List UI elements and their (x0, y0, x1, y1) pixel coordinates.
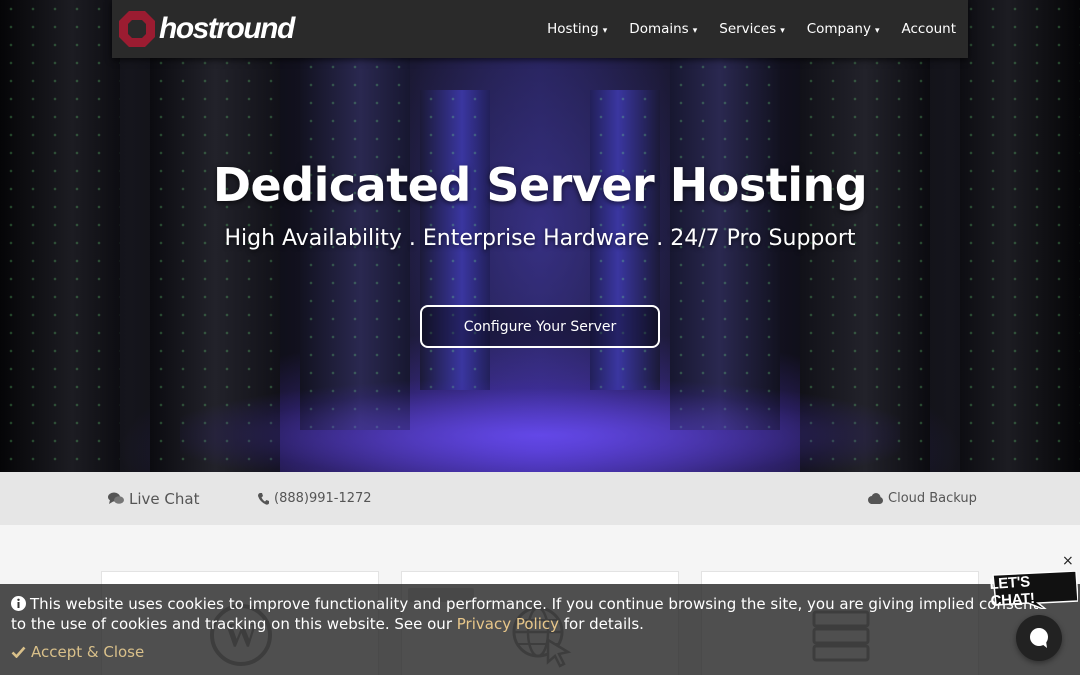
info-icon (11, 596, 26, 611)
cookie-message: This website uses cookies to improve fun… (11, 594, 1041, 634)
phone-link[interactable]: (888)991-1272 (258, 472, 372, 525)
nav-item-label: Domains (629, 21, 689, 37)
accept-close-label: Accept & Close (31, 643, 145, 661)
chat-bubbles-icon (108, 492, 124, 504)
top-navbar: hostround Hosting ▾ Domains ▾ Services ▾ Co… (112, 0, 968, 58)
lets-chat-label: LET'S CHAT! (988, 573, 1036, 611)
chat-launcher-button[interactable] (1016, 615, 1062, 661)
logo[interactable]: hostround (117, 9, 295, 49)
nav-item-services[interactable]: Services ▾ (719, 21, 784, 37)
hero-subtitle: High Availability . Enterprise Hardware … (224, 226, 856, 251)
cloud-backup-label: Cloud Backup (888, 491, 977, 506)
info-bar: Live Chat (888)991-1272 Cloud Backup (0, 472, 1080, 525)
phone-icon (258, 492, 269, 505)
logo-octagon-icon (119, 11, 155, 47)
hero-section: Dedicated Server Hosting High Availabili… (0, 0, 1080, 472)
cookie-text-after: for details. (559, 615, 644, 633)
privacy-policy-link[interactable]: Privacy Policy (457, 615, 559, 633)
chat-close-icon[interactable]: × (1062, 553, 1074, 569)
live-chat-link[interactable]: Live Chat (108, 472, 199, 525)
caret-down-icon: ▾ (780, 26, 785, 36)
caret-down-icon: ▾ (692, 26, 698, 36)
nav-item-company[interactable]: Company ▾ (807, 21, 880, 37)
logo-text: hostround (159, 12, 295, 45)
nav-item-label: Company (806, 21, 871, 37)
caret-down-icon: ▾ (602, 26, 608, 36)
nav-item-label: Account (901, 21, 956, 37)
cookie-banner: This website uses cookies to improve fun… (0, 584, 1080, 675)
phone-number: (888)991-1272 (274, 491, 372, 506)
nav-item-account[interactable]: Account (901, 21, 956, 37)
nav-item-domains[interactable]: Domains ▾ (629, 21, 697, 37)
chat-bubble-icon (1030, 628, 1048, 648)
floor-glow (180, 380, 900, 472)
configure-server-button[interactable]: Configure Your Server (420, 305, 660, 348)
cloud-icon (868, 493, 883, 504)
nav-item-label: Services (719, 21, 777, 37)
check-icon (11, 646, 26, 658)
nav-item-label: Hosting (547, 21, 599, 37)
lets-chat-badge[interactable]: LET'S CHAT! (988, 571, 1078, 611)
cloud-backup-link[interactable]: Cloud Backup (867, 472, 977, 525)
live-chat-label: Live Chat (129, 489, 200, 508)
accept-close-button[interactable]: Accept & Close (11, 643, 144, 661)
nav-menu: Hosting ▾ Domains ▾ Services ▾ Company ▾ Acc… (525, 0, 956, 58)
nav-item-hosting[interactable]: Hosting ▾ (547, 21, 607, 37)
caret-down-icon: ▾ (874, 26, 880, 36)
hero-title: Dedicated Server Hosting (212, 158, 868, 212)
